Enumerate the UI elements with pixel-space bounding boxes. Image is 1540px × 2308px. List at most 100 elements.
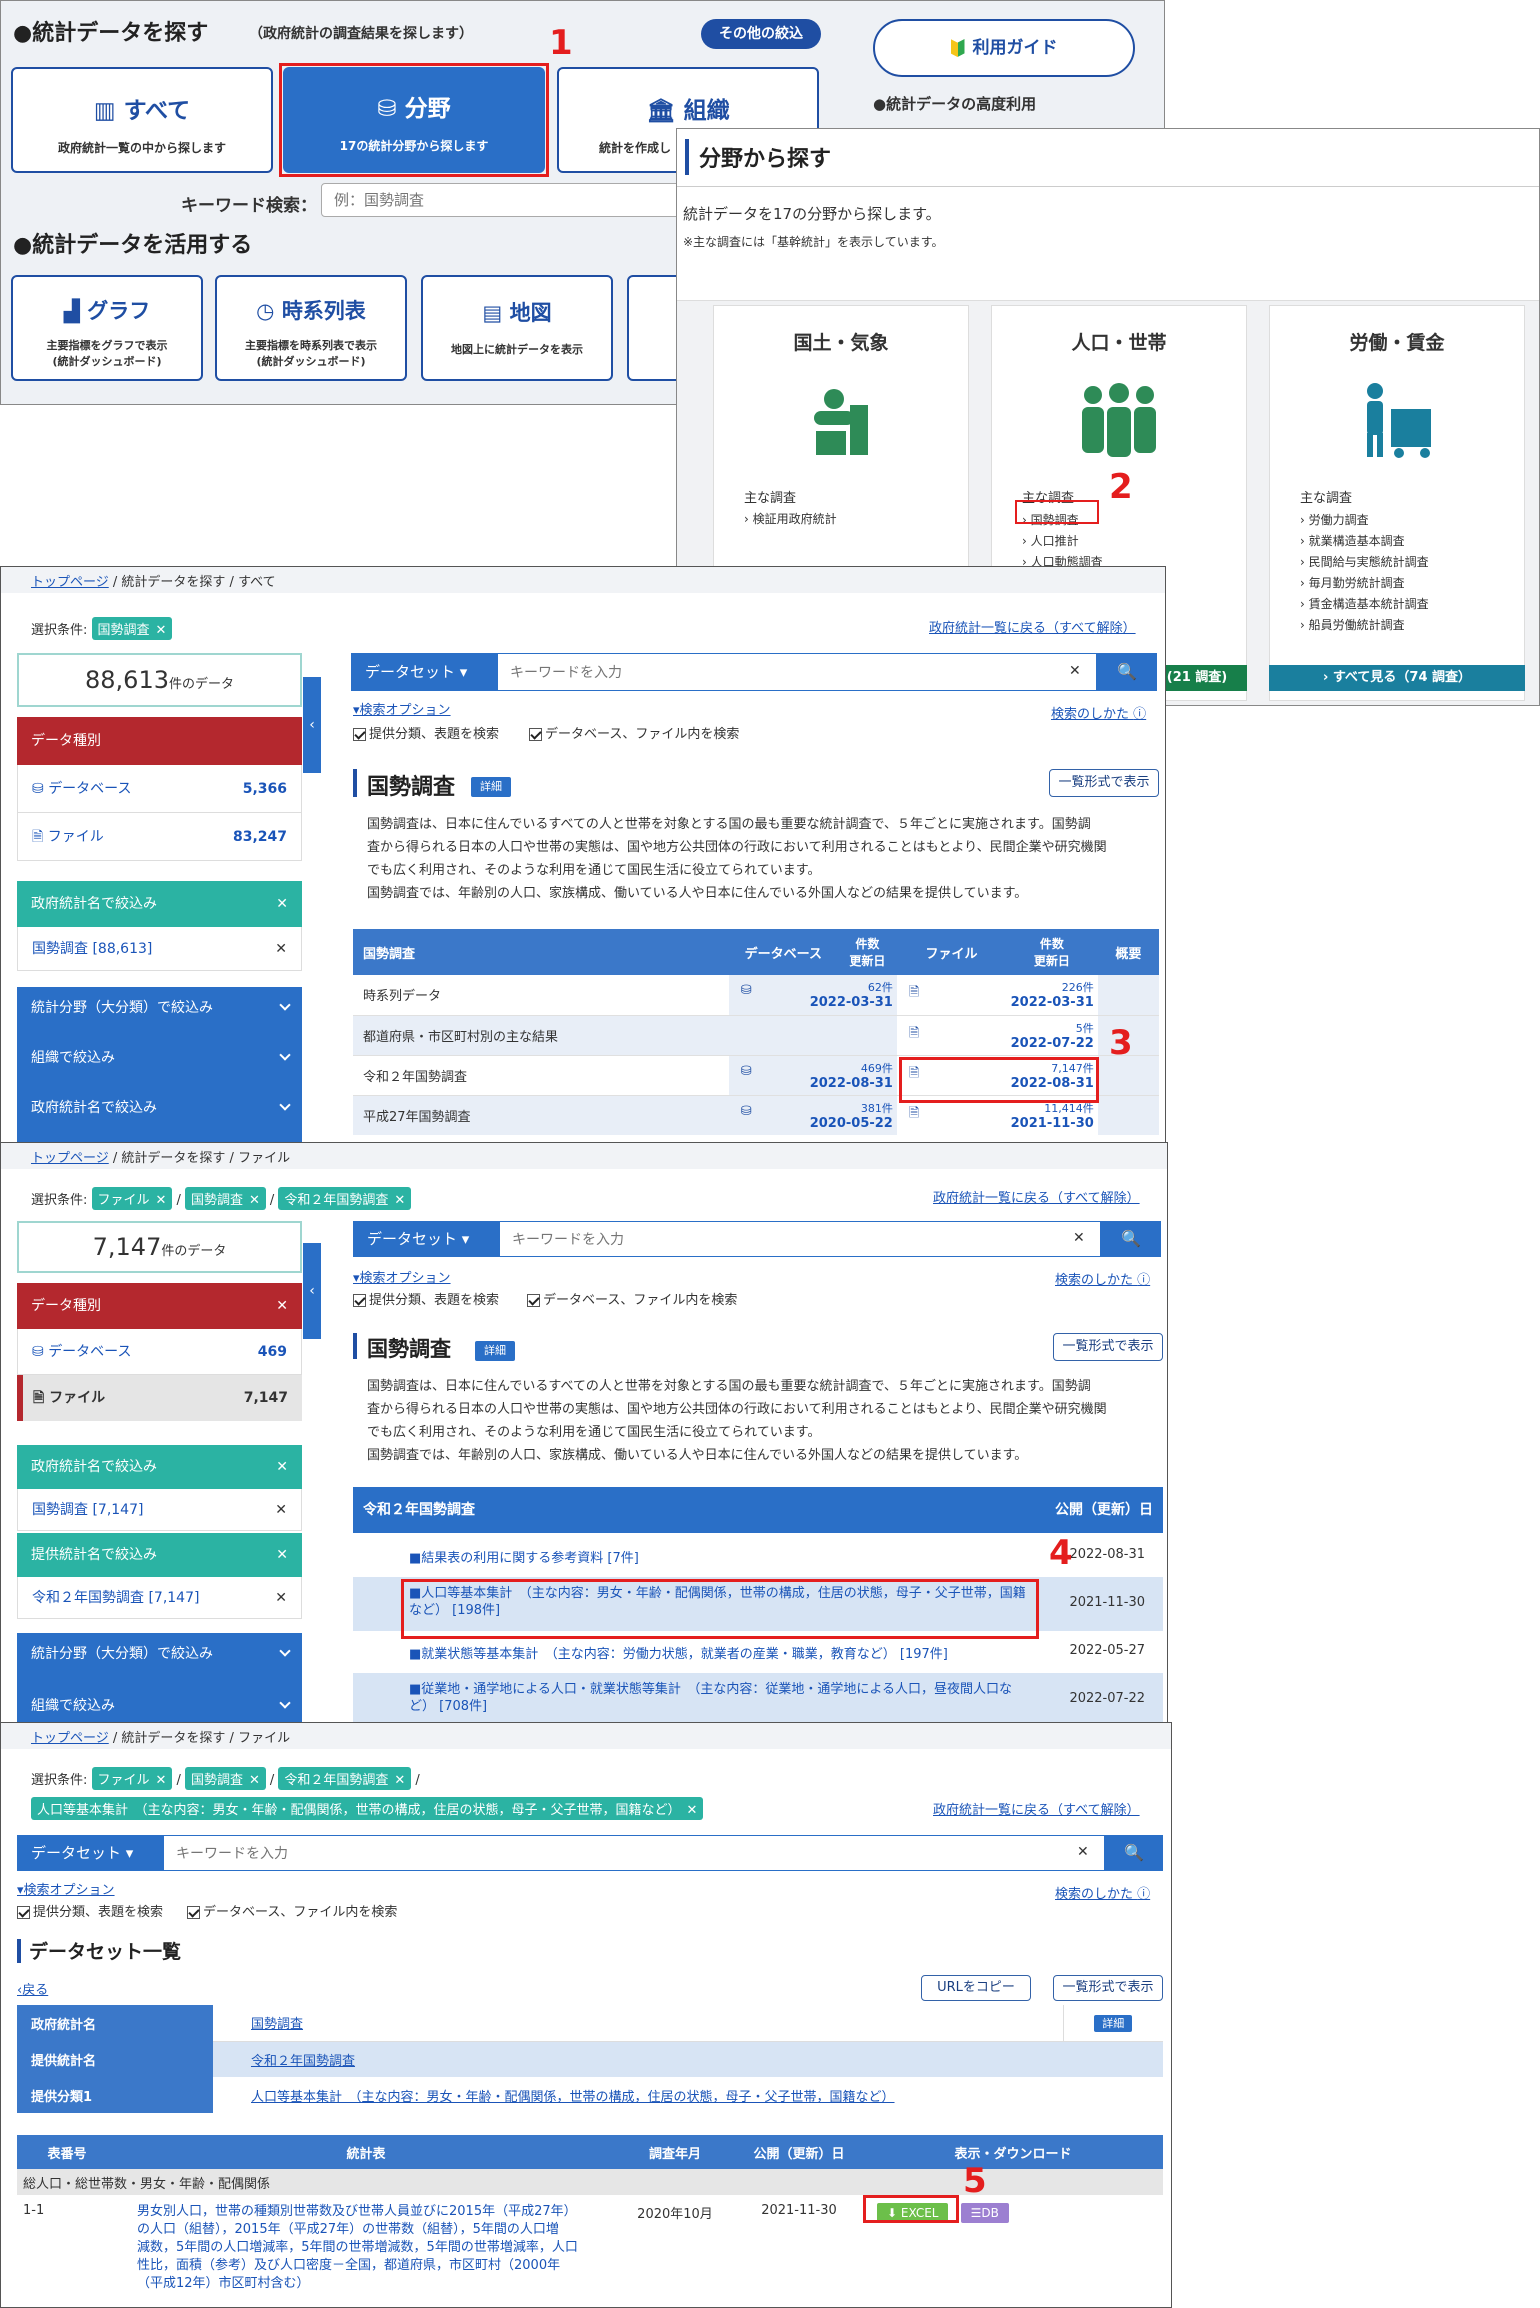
- collapse-sidebar-button[interactable]: ‹: [303, 1243, 321, 1339]
- breadcrumb-link[interactable]: トップページ: [31, 1151, 109, 1166]
- back-to-list-link[interactable]: 政府統計一覧に戻る（すべて解除）: [933, 1187, 1140, 1206]
- breadcrumb-link[interactable]: トップページ: [31, 575, 109, 590]
- category-card-all[interactable]: ▥ すべて 政府統計一覧の中から探します: [11, 67, 273, 173]
- breadcrumb-item: 統計データを探す: [121, 1731, 226, 1746]
- condition-tag[interactable]: 令和２年国勢調査 ✕: [278, 1187, 412, 1210]
- use-card-map[interactable]: ▤ 地図 地図上に統計データを表示: [421, 275, 613, 381]
- gov-stat-filter-item[interactable]: 国勢調査 [7,147] ✕: [17, 1489, 302, 1531]
- breadcrumb-link[interactable]: トップページ: [31, 1731, 109, 1746]
- search-options-toggle[interactable]: ▾検索オプション: [353, 1267, 451, 1286]
- survey-link[interactable]: › 船員労働統計調査: [1300, 615, 1524, 636]
- back-to-list-link[interactable]: 政府統計一覧に戻る（すべて解除）: [929, 617, 1136, 636]
- copy-url-button[interactable]: URLをコピー: [921, 1975, 1031, 2001]
- list-view-button[interactable]: 一覧形式で表示: [1053, 1975, 1163, 2001]
- search-button[interactable]: 🔍: [1097, 653, 1157, 691]
- detail-badge[interactable]: 詳細: [471, 777, 511, 797]
- search-help-link[interactable]: 検索のしかた ⓘ: [1055, 1269, 1150, 1288]
- condition-tag[interactable]: ファイル ✕: [91, 1187, 173, 1210]
- filter-organization[interactable]: 組織で絞込み: [31, 1047, 115, 1067]
- table-row[interactable]: 時系列データ ⛁ 62件 2022-03-31 🗎 226件 2022-03-31: [353, 975, 1159, 1015]
- survey-link[interactable]: › 賃金構造基本統計調査: [1300, 594, 1524, 615]
- use-card-timeseries[interactable]: ◷ 時系列表 主要指標を時系列表で表示 (統計ダッシュボード): [215, 275, 407, 381]
- dataset-select[interactable]: データセット ▾: [351, 653, 497, 691]
- keyword-input[interactable]: [499, 1221, 1101, 1257]
- list-view-button[interactable]: 一覧形式で表示: [1049, 769, 1159, 797]
- keyword-input[interactable]: [163, 1835, 1105, 1871]
- survey-link[interactable]: › 就業構造基本調査: [1300, 531, 1524, 552]
- collapse-sidebar-button[interactable]: ‹: [303, 677, 321, 773]
- condition-tag[interactable]: 人口等基本集計 （主な内容：男女・年齢・配偶関係，世帯の構成，住居の状態，母子・…: [31, 1797, 704, 1820]
- filter-field[interactable]: 統計分野（大分類）で絞込み: [31, 1643, 213, 1663]
- search-help-link[interactable]: 検索のしかた ⓘ: [1055, 1883, 1150, 1902]
- dataset-select[interactable]: データセット ▾: [17, 1835, 163, 1871]
- selected-conditions: 選択条件: 国勢調査 ✕: [31, 617, 176, 640]
- filter-file[interactable]: 🗎 ファイル 83,247: [17, 813, 302, 861]
- search-option-classification[interactable]: 提供分類、表題を検索: [17, 1901, 163, 1920]
- col-header: 統計表: [346, 2146, 386, 2162]
- detail-badge[interactable]: 詳細: [1094, 2014, 1133, 2032]
- filter-field[interactable]: 統計分野（大分類）で絞込み: [31, 997, 213, 1017]
- back-to-list-link[interactable]: 政府統計一覧に戻る（すべて解除）: [933, 1799, 1140, 1818]
- db-view-button[interactable]: ☰DB: [960, 2203, 1009, 2223]
- gov-stat-filter-item[interactable]: 国勢調査 [88,613] ✕: [17, 927, 302, 971]
- user-guide-button[interactable]: 利用ガイド: [873, 19, 1135, 77]
- use-card-graph[interactable]: ▟ グラフ 主要指標をグラフで表示 (統計ダッシュボード): [11, 275, 203, 381]
- search-option-database[interactable]: データベース、ファイル内を検索: [187, 1901, 397, 1920]
- keyword-search-input[interactable]: [321, 183, 701, 217]
- filter-organization[interactable]: 組織で絞込み: [31, 1695, 115, 1715]
- stat-table-title-link[interactable]: 男女別人口，世帯の種類別世帯数及び世帯人員並びに2015年（平成27年） の人口（…: [117, 2195, 615, 2305]
- survey-link[interactable]: › 人口推計: [1022, 531, 1246, 552]
- search-help-link[interactable]: 検索のしかた ⓘ: [1051, 703, 1146, 722]
- clear-icon[interactable]: ✕: [1077, 1844, 1089, 1860]
- condition-tag[interactable]: 国勢調査 ✕: [91, 617, 173, 640]
- search-button[interactable]: 🔍: [1101, 1221, 1161, 1257]
- filter-file-selected[interactable]: 🗎 ファイル 7,147: [17, 1375, 302, 1421]
- search-options-toggle[interactable]: ▾検索オプション: [17, 1879, 115, 1898]
- info-value-link[interactable]: 国勢調査: [213, 2005, 1063, 2042]
- field-card-labor[interactable]: 労働・賃金 主な調査 › 労働力調査 › 就業構造基本調査 › 民間給与実態統計…: [1269, 305, 1525, 701]
- info-icon: ⓘ: [1137, 1273, 1151, 1288]
- detail-badge[interactable]: 詳細: [475, 1341, 515, 1361]
- see-all-labor-button[interactable]: › すべて見る（74 調査）: [1269, 665, 1525, 691]
- condition-tag[interactable]: 国勢調査 ✕: [184, 1767, 266, 1790]
- breadcrumb-item: すべて: [238, 575, 276, 590]
- provided-stat-filter-item[interactable]: 令和２年国勢調査 [7,147] ✕: [17, 1577, 302, 1619]
- list-item[interactable]: ■結果表の利用に関する参考資料 [7件] 2022-08-31: [353, 1533, 1163, 1577]
- col-header: 表示・ダウンロード: [954, 2146, 1072, 2162]
- info-value-link[interactable]: 令和２年国勢調査: [213, 2041, 1163, 2077]
- col-header: ファイル: [925, 946, 978, 962]
- table-row[interactable]: 都道府県・市区町村別の主な結果 🗎 5件 2022-07-22: [353, 1015, 1159, 1055]
- condition-tag[interactable]: 令和２年国勢調査 ✕: [278, 1767, 412, 1790]
- filter-database[interactable]: ⛁ データベース 5,366: [17, 765, 302, 813]
- survey-link[interactable]: › 検証用政府統計: [744, 510, 968, 527]
- search-button[interactable]: 🔍: [1105, 1835, 1163, 1871]
- back-link[interactable]: ‹戻る: [17, 1979, 48, 1998]
- close-icon: ✕: [394, 1773, 406, 1788]
- survey-description: 国勢調査は、日本に住んでいるすべての人と世帯を対象とする国の最も重要な統計調査で…: [367, 1379, 1107, 1463]
- dataset-select[interactable]: データセット ▾: [353, 1221, 499, 1257]
- close-icon: ✕: [276, 1547, 288, 1563]
- survey-link[interactable]: › 毎月勤労統計調査: [1300, 573, 1524, 594]
- other-filter-button[interactable]: その他の絞込: [701, 19, 821, 49]
- search-option-classification[interactable]: 提供分類、表題を検索: [353, 1289, 499, 1308]
- condition-tag[interactable]: 国勢調査 ✕: [184, 1187, 266, 1210]
- search-option-database[interactable]: データベース、ファイル内を検索: [529, 723, 739, 742]
- info-icon: ⓘ: [1133, 707, 1147, 722]
- filter-database[interactable]: ⛁ データベース 469: [17, 1329, 302, 1375]
- clear-icon[interactable]: ✕: [1073, 1230, 1085, 1246]
- search-options-toggle[interactable]: ▾検索オプション: [353, 699, 451, 718]
- breadcrumb: トップページ / 統計データを探す / すべて: [1, 567, 1165, 593]
- clear-icon[interactable]: ✕: [1069, 663, 1081, 679]
- filter-gov-stat[interactable]: 政府統計名で絞込み: [31, 1097, 157, 1117]
- table-row[interactable]: 1-1 男女別人口，世帯の種類別世帯数及び世帯人員並びに2015年（平成27年）…: [17, 2195, 1163, 2305]
- search-option-database[interactable]: データベース、ファイル内を検索: [527, 1289, 737, 1308]
- close-icon: ✕: [276, 1459, 288, 1475]
- keyword-input[interactable]: [497, 653, 1097, 691]
- list-item[interactable]: ■従業地・通学地による人口・就業状態等集計 （主な内容：従業地・通学地による人口…: [353, 1673, 1163, 1725]
- search-option-classification[interactable]: 提供分類、表題を検索: [353, 723, 499, 742]
- list-view-button[interactable]: 一覧形式で表示: [1053, 1333, 1163, 1361]
- condition-tag[interactable]: ファイル ✕: [91, 1767, 173, 1790]
- survey-link[interactable]: › 労働力調査: [1300, 510, 1524, 531]
- info-value-link[interactable]: 人口等基本集計 （主な内容：男女・年齢・配偶関係，世帯の構成，住居の状態，母子・…: [213, 2077, 1163, 2113]
- survey-link[interactable]: › 民間給与実態統計調査: [1300, 552, 1524, 573]
